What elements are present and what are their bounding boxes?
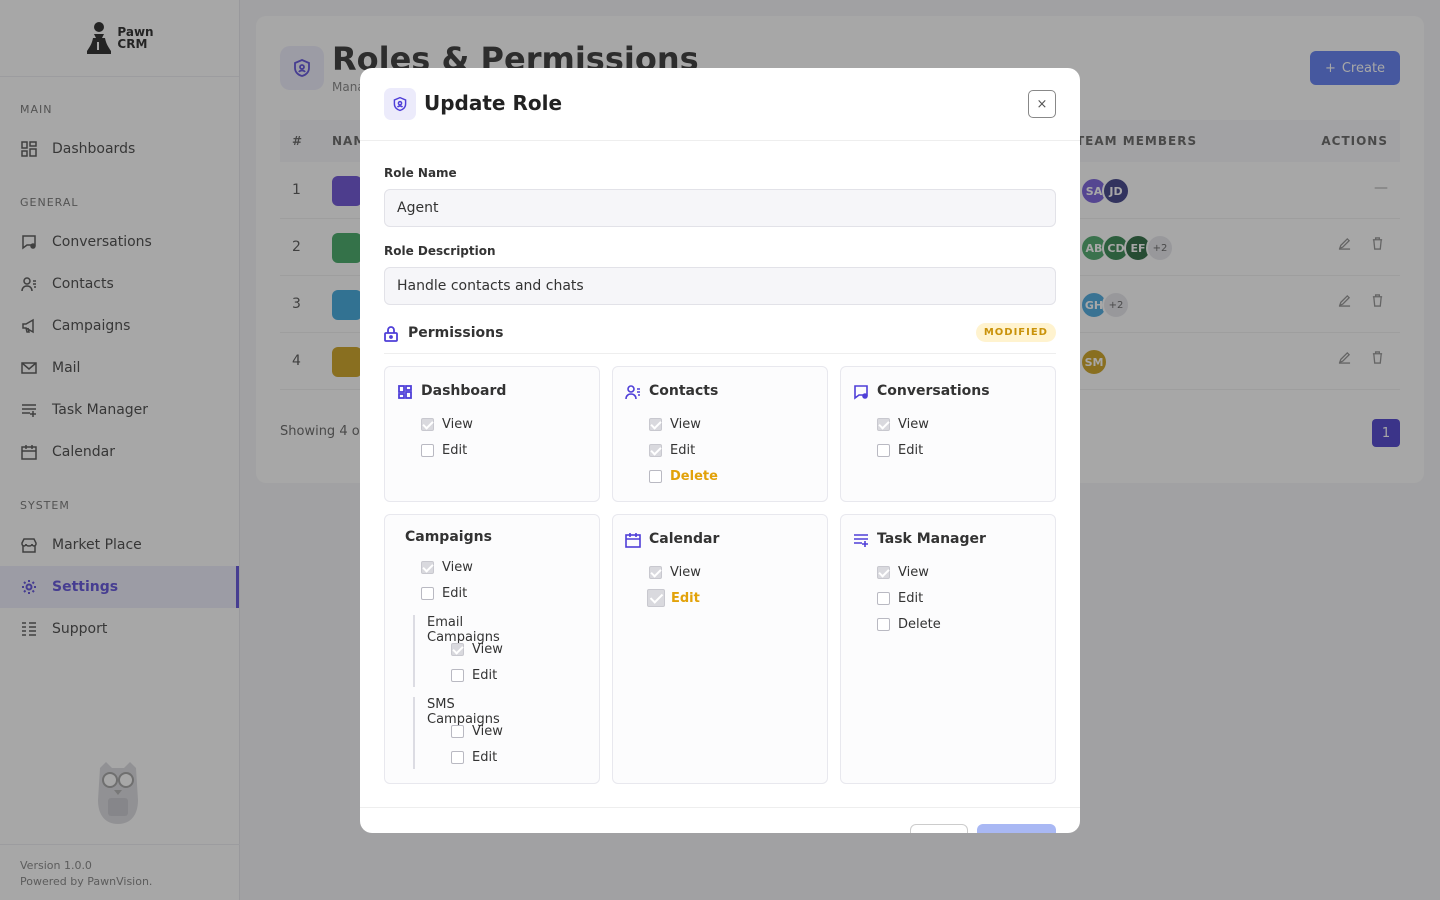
email-campaigns-group: Email Campaigns xyxy=(413,615,500,687)
shield-icon xyxy=(384,88,416,120)
conversation-icon xyxy=(854,385,868,400)
checkbox[interactable] xyxy=(877,566,890,579)
card-title: Campaigns xyxy=(405,529,492,545)
save-button[interactable] xyxy=(977,824,1056,833)
checkbox[interactable] xyxy=(877,444,890,457)
permission-card-dashboard: Dashboard View Edit xyxy=(384,366,600,502)
card-title: Contacts xyxy=(649,383,719,399)
campaigns-view-checkbox[interactable]: View xyxy=(421,560,473,575)
task-manager-edit-checkbox[interactable]: Edit xyxy=(877,591,923,606)
card-title: Task Manager xyxy=(877,531,986,547)
checkbox[interactable] xyxy=(877,418,890,431)
dashboard-icon xyxy=(398,385,412,399)
update-role-modal: Update Role × Role Name Agent Role Descr… xyxy=(360,68,1080,833)
task-manager-delete-checkbox[interactable]: Delete xyxy=(877,617,941,632)
contacts-delete-checkbox[interactable]: Delete xyxy=(649,469,718,484)
task-manager-view-checkbox[interactable]: View xyxy=(877,565,929,580)
permission-card-calendar: Calendar View Edit xyxy=(612,514,828,784)
modal-header: Update Role × xyxy=(360,68,1080,141)
checkbox[interactable] xyxy=(649,418,662,431)
permission-card-contacts: Contacts View Edit Delete xyxy=(612,366,828,502)
calendar-icon xyxy=(625,533,641,548)
calendar-edit-checkbox[interactable]: Edit xyxy=(647,589,700,607)
checkbox[interactable] xyxy=(649,566,662,579)
checkbox[interactable] xyxy=(421,418,434,431)
modal-title: Update Role xyxy=(424,91,563,115)
permissions-header: Permissions MODIFIED xyxy=(384,322,1056,354)
modified-badge: MODIFIED xyxy=(975,323,1056,342)
permissions-title: Permissions xyxy=(408,325,504,341)
card-title: Dashboard xyxy=(421,383,507,399)
permission-card-conversations: Conversations View Edit xyxy=(840,366,1056,502)
sms-campaigns-title: SMS Campaigns xyxy=(427,697,500,727)
email-campaigns-view-checkbox[interactable]: View xyxy=(451,642,503,657)
checkbox[interactable] xyxy=(877,618,890,631)
dashboard-edit-checkbox[interactable]: Edit xyxy=(421,443,467,458)
close-button[interactable]: × xyxy=(1028,90,1056,118)
checkbox[interactable] xyxy=(649,444,662,457)
checkbox[interactable] xyxy=(421,587,434,600)
card-title: Calendar xyxy=(649,531,720,547)
contacts-edit-checkbox[interactable]: Edit xyxy=(649,443,695,458)
contacts-view-checkbox[interactable]: View xyxy=(649,417,701,432)
sms-campaigns-group: SMS Campaigns xyxy=(413,697,500,769)
modal-footer xyxy=(360,807,1080,833)
calendar-view-checkbox[interactable]: View xyxy=(649,565,701,580)
checkbox[interactable] xyxy=(451,669,464,682)
permission-card-campaigns: Campaigns View Edit Email Campaigns View… xyxy=(384,514,600,784)
role-name-input[interactable]: Agent xyxy=(384,189,1056,227)
checkbox[interactable] xyxy=(647,589,665,607)
permission-card-task-manager: Task Manager View Edit Delete xyxy=(840,514,1056,784)
checkbox[interactable] xyxy=(451,751,464,764)
lock-icon xyxy=(384,326,398,346)
checkbox[interactable] xyxy=(421,561,434,574)
checkbox[interactable] xyxy=(451,725,464,738)
conversations-edit-checkbox[interactable]: Edit xyxy=(877,443,923,458)
checkbox[interactable] xyxy=(649,470,662,483)
contacts-icon xyxy=(625,385,640,400)
campaigns-edit-checkbox[interactable]: Edit xyxy=(421,586,467,601)
checkbox[interactable] xyxy=(451,643,464,656)
dashboard-view-checkbox[interactable]: View xyxy=(421,417,473,432)
role-description-label: Role Description xyxy=(384,244,496,258)
role-description-input[interactable]: Handle contacts and chats xyxy=(384,267,1056,305)
cancel-button[interactable] xyxy=(910,824,968,833)
checkbox[interactable] xyxy=(421,444,434,457)
checkbox[interactable] xyxy=(877,592,890,605)
email-campaigns-title: Email Campaigns xyxy=(427,615,500,645)
email-campaigns-edit-checkbox[interactable]: Edit xyxy=(451,668,497,683)
sms-campaigns-view-checkbox[interactable]: View xyxy=(451,724,503,739)
role-name-label: Role Name xyxy=(384,166,457,180)
conversations-view-checkbox[interactable]: View xyxy=(877,417,929,432)
card-title: Conversations xyxy=(877,383,990,399)
sms-campaigns-edit-checkbox[interactable]: Edit xyxy=(451,750,497,765)
task-icon xyxy=(854,534,868,547)
